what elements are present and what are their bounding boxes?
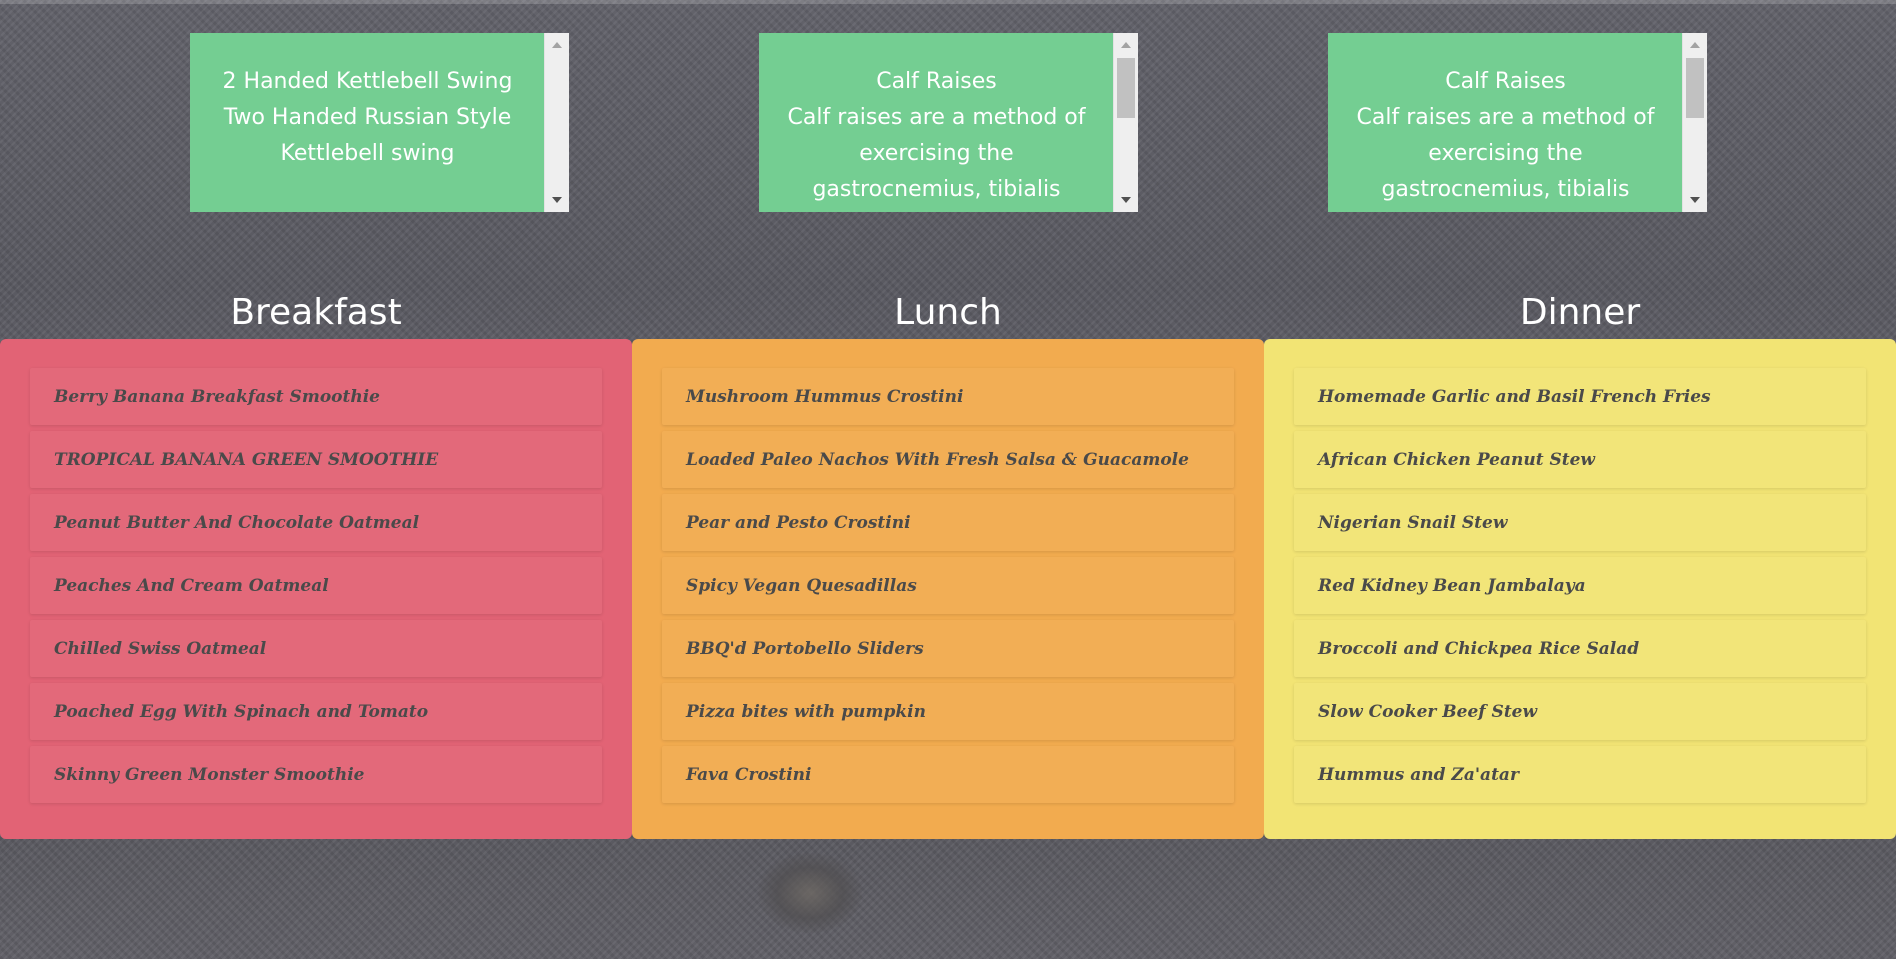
lunch-item[interactable]: Loaded Paleo Nachos With Fresh Salsa & G… bbox=[662, 431, 1234, 488]
exercise-card-3-scrollbar[interactable] bbox=[1682, 33, 1707, 212]
exercise-card-3-content: Calf Raises Calf raises are a method of … bbox=[1328, 33, 1683, 212]
lunch-panel: Mushroom Hummus Crostini Loaded Paleo Na… bbox=[632, 339, 1264, 839]
dinner-heading: Dinner bbox=[1519, 292, 1641, 333]
breakfast-item[interactable]: TROPICAL BANANA GREEN SMOOTHIE bbox=[30, 431, 602, 488]
breakfast-item[interactable]: Berry Banana Breakfast Smoothie bbox=[30, 368, 602, 425]
scroll-thumb[interactable] bbox=[1686, 58, 1704, 118]
exercise-card-2-scrollbar[interactable] bbox=[1113, 33, 1138, 212]
exercise-card-2[interactable]: Calf Raises Calf raises are a method of … bbox=[759, 33, 1138, 212]
breakfast-panel: Berry Banana Breakfast Smoothie TROPICAL… bbox=[0, 339, 632, 839]
lunch-item[interactable]: Mushroom Hummus Crostini bbox=[662, 368, 1234, 425]
exercise-card-1[interactable]: 2 Handed Kettlebell Swing Two Handed Rus… bbox=[190, 33, 569, 212]
lunch-item[interactable]: Pear and Pesto Crostini bbox=[662, 494, 1234, 551]
scroll-up-arrow-icon[interactable] bbox=[1121, 42, 1131, 48]
scroll-down-arrow-icon[interactable] bbox=[1121, 197, 1131, 203]
scroll-up-arrow-icon[interactable] bbox=[552, 42, 562, 48]
scroll-thumb[interactable] bbox=[1117, 58, 1135, 118]
exercise-card-3-description: Calf raises are a method of exercising t… bbox=[1356, 105, 1655, 202]
lunch-item[interactable]: Fava Crostini bbox=[662, 746, 1234, 803]
breakfast-item[interactable]: Skinny Green Monster Smoothie bbox=[30, 746, 602, 803]
dinner-panel: Homemade Garlic and Basil French Fries A… bbox=[1264, 339, 1896, 839]
background-wood-knot bbox=[758, 853, 862, 933]
dinner-item[interactable]: Homemade Garlic and Basil French Fries bbox=[1294, 368, 1866, 425]
breakfast-item[interactable]: Chilled Swiss Oatmeal bbox=[30, 620, 602, 677]
breakfast-item[interactable]: Poached Egg With Spinach and Tomato bbox=[30, 683, 602, 740]
exercise-card-3[interactable]: Calf Raises Calf raises are a method of … bbox=[1328, 33, 1707, 212]
dinner-item[interactable]: Slow Cooker Beef Stew bbox=[1294, 683, 1866, 740]
exercise-card-1-title: 2 Handed Kettlebell Swing bbox=[222, 69, 513, 94]
breakfast-heading: Breakfast bbox=[230, 292, 402, 333]
exercise-card-1-description: Two Handed Russian Style Kettlebell swin… bbox=[223, 105, 512, 166]
dinner-item[interactable]: African Chicken Peanut Stew bbox=[1294, 431, 1866, 488]
dinner-item[interactable]: Nigerian Snail Stew bbox=[1294, 494, 1866, 551]
scroll-up-arrow-icon[interactable] bbox=[1690, 42, 1700, 48]
dinner-item[interactable]: Red Kidney Bean Jambalaya bbox=[1294, 557, 1866, 614]
breakfast-item[interactable]: Peaches And Cream Oatmeal bbox=[30, 557, 602, 614]
exercise-card-2-description: Calf raises are a method of exercising t… bbox=[787, 105, 1086, 202]
exercise-card-2-content: Calf Raises Calf raises are a method of … bbox=[759, 33, 1114, 212]
exercise-card-2-title: Calf Raises bbox=[876, 69, 997, 94]
exercise-card-3-title: Calf Raises bbox=[1445, 69, 1566, 94]
lunch-item[interactable]: Pizza bites with pumpkin bbox=[662, 683, 1234, 740]
exercise-card-1-content: 2 Handed Kettlebell Swing Two Handed Rus… bbox=[190, 33, 545, 212]
dinner-item[interactable]: Hummus and Za'atar bbox=[1294, 746, 1866, 803]
lunch-item[interactable]: BBQ'd Portobello Sliders bbox=[662, 620, 1234, 677]
lunch-item[interactable]: Spicy Vegan Quesadillas bbox=[662, 557, 1234, 614]
exercise-card-1-scrollbar[interactable] bbox=[544, 33, 569, 212]
lunch-heading: Lunch bbox=[894, 292, 1002, 333]
scroll-down-arrow-icon[interactable] bbox=[552, 197, 562, 203]
scroll-down-arrow-icon[interactable] bbox=[1690, 197, 1700, 203]
breakfast-item[interactable]: Peanut Butter And Chocolate Oatmeal bbox=[30, 494, 602, 551]
dinner-item[interactable]: Broccoli and Chickpea Rice Salad bbox=[1294, 620, 1866, 677]
page-top-edge bbox=[0, 0, 1896, 4]
